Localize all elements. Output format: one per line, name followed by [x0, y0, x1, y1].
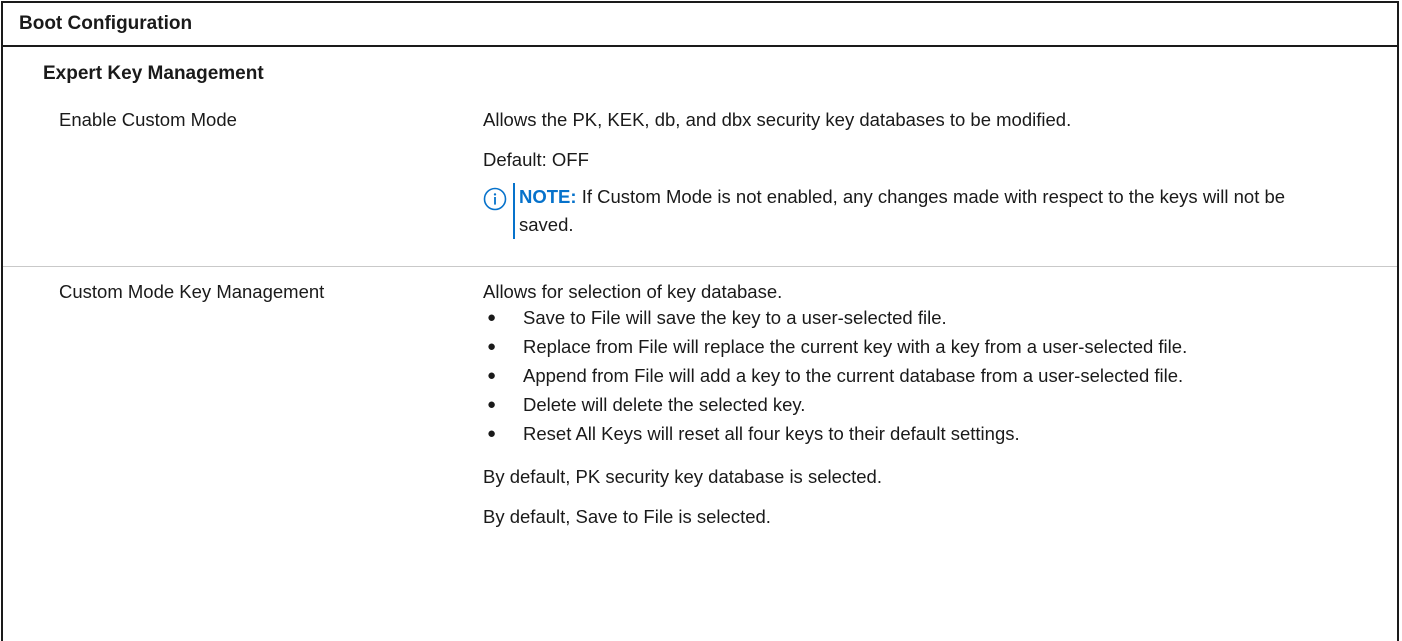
bullet-icon: ●	[487, 309, 497, 326]
setting-description: Allows the PK, KEK, db, and dbx security…	[483, 109, 1072, 130]
note-prefix: NOTE:	[519, 186, 577, 207]
list-item: ● Save to File will save the key to a use…	[487, 307, 947, 328]
default-note: By default, Save to File is selected.	[483, 506, 771, 527]
info-icon	[483, 187, 507, 211]
setting-label: Custom Mode Key Management	[59, 281, 325, 302]
bullet-icon: ●	[487, 425, 497, 442]
note-text-block: NOTE: If Custom Mode is not enabled, any…	[519, 183, 1343, 239]
note-callout: NOTE: If Custom Mode is not enabled, any…	[483, 183, 1343, 239]
setting-label: Enable Custom Mode	[59, 109, 237, 130]
default-value: Default: OFF	[483, 149, 589, 170]
list-item: ● Delete will delete the selected key.	[487, 394, 806, 415]
setting-row-enable-custom-mode: Enable Custom Mode Allows the PK, KEK, d…	[3, 103, 1397, 267]
default-note: By default, PK security key database is …	[483, 466, 882, 487]
note-accent-bar	[513, 183, 515, 239]
setting-row-custom-mode-key-management: Custom Mode Key Management Allows for se…	[3, 267, 1397, 531]
setting-description-cell: Allows the PK, KEK, db, and dbx security…	[483, 103, 1343, 266]
boot-configuration-table: Boot Configuration Expert Key Management…	[1, 1, 1399, 641]
list-item: ● Reset All Keys will reset all four keys…	[487, 423, 1020, 444]
table-title: Boot Configuration	[3, 3, 1397, 47]
bullet-icon: ●	[487, 338, 497, 355]
bullet-icon: ●	[487, 367, 497, 384]
note-text: If Custom Mode is not enabled, any chang…	[519, 186, 1286, 235]
option-list: ● Save to File will save the key to a use…	[483, 306, 1343, 446]
setting-description: Allows for selection of key database.	[483, 281, 783, 302]
setting-description-cell: Allows for selection of key database. ● S…	[483, 267, 1343, 531]
list-item: ● Replace from File will replace the curr…	[487, 336, 1188, 357]
list-item: ● Append from File will add a key to the …	[487, 365, 1184, 386]
section-title: Expert Key Management	[43, 63, 264, 84]
bullet-icon: ●	[487, 396, 497, 413]
